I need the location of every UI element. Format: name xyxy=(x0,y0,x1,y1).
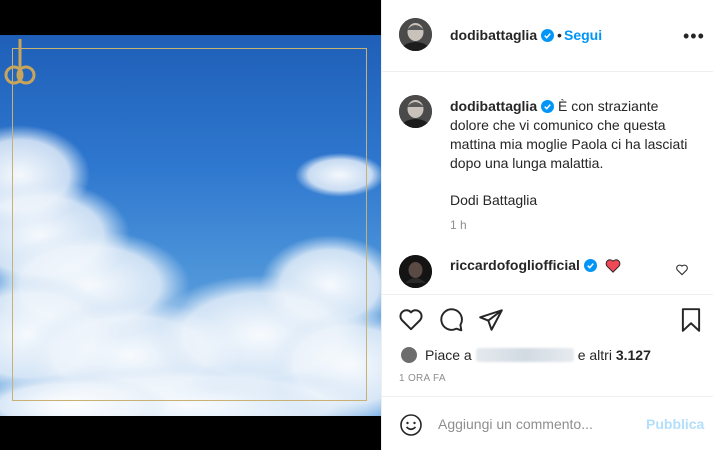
comment-composer: Pubblica xyxy=(382,396,713,450)
share-icon[interactable] xyxy=(478,307,504,333)
author-username[interactable]: dodibattaglia xyxy=(450,27,555,43)
post-caption: dodibattaglia È con straziante dolore ch… xyxy=(450,97,700,228)
heart-emoji-icon xyxy=(605,259,621,273)
gold-frame-border xyxy=(12,48,367,401)
caption-author-avatar[interactable] xyxy=(399,95,432,128)
comment-like-heart-icon[interactable] xyxy=(675,263,689,277)
comment-icon[interactable] xyxy=(438,307,464,333)
heart-icon[interactable] xyxy=(398,307,424,333)
bookmark-icon[interactable] xyxy=(678,307,704,333)
post-sidebar: dodibattaglia • Segui ••• dodibattaglia … xyxy=(381,0,713,450)
publish-button[interactable]: Pubblica xyxy=(646,416,704,432)
liker-avatar[interactable] xyxy=(399,345,419,365)
author-avatar[interactable] xyxy=(399,18,432,51)
likes-suffix: e altri xyxy=(577,347,612,363)
header-separator: • xyxy=(557,27,562,43)
author-username-text[interactable]: dodibattaglia xyxy=(450,27,537,43)
post-media xyxy=(0,0,381,450)
caption-username[interactable]: dodibattaglia xyxy=(450,98,537,114)
db-logo-icon xyxy=(4,39,36,85)
verified-badge-icon xyxy=(583,259,597,272)
likes-count[interactable]: 3.127 xyxy=(616,347,651,363)
emoji-icon[interactable] xyxy=(399,413,423,437)
likes-summary[interactable]: Piace a e altri 3.127 xyxy=(399,345,651,365)
follow-button[interactable]: Segui xyxy=(564,27,602,43)
more-options-icon[interactable]: ••• xyxy=(683,26,705,47)
comment-item: riccardofogliofficial xyxy=(450,257,621,273)
post-actions: Piace a e altri 3.127 1 ORA FA xyxy=(382,294,713,412)
comment-username[interactable]: riccardofogliofficial xyxy=(450,257,580,273)
liker-username-blurred[interactable] xyxy=(475,348,574,362)
post-image[interactable] xyxy=(0,35,381,416)
likes-prefix: Piace a xyxy=(425,347,472,363)
post-header: dodibattaglia • Segui ••• xyxy=(382,0,713,72)
verified-badge-icon xyxy=(541,100,555,113)
verified-badge-icon xyxy=(541,29,555,42)
caption-signature: Dodi Battaglia xyxy=(450,192,538,208)
post-timestamp[interactable]: 1 ORA FA xyxy=(399,373,446,384)
comment-input[interactable] xyxy=(438,410,638,438)
comment-author-avatar[interactable] xyxy=(399,255,432,288)
caption-time: 1 h xyxy=(450,218,467,232)
